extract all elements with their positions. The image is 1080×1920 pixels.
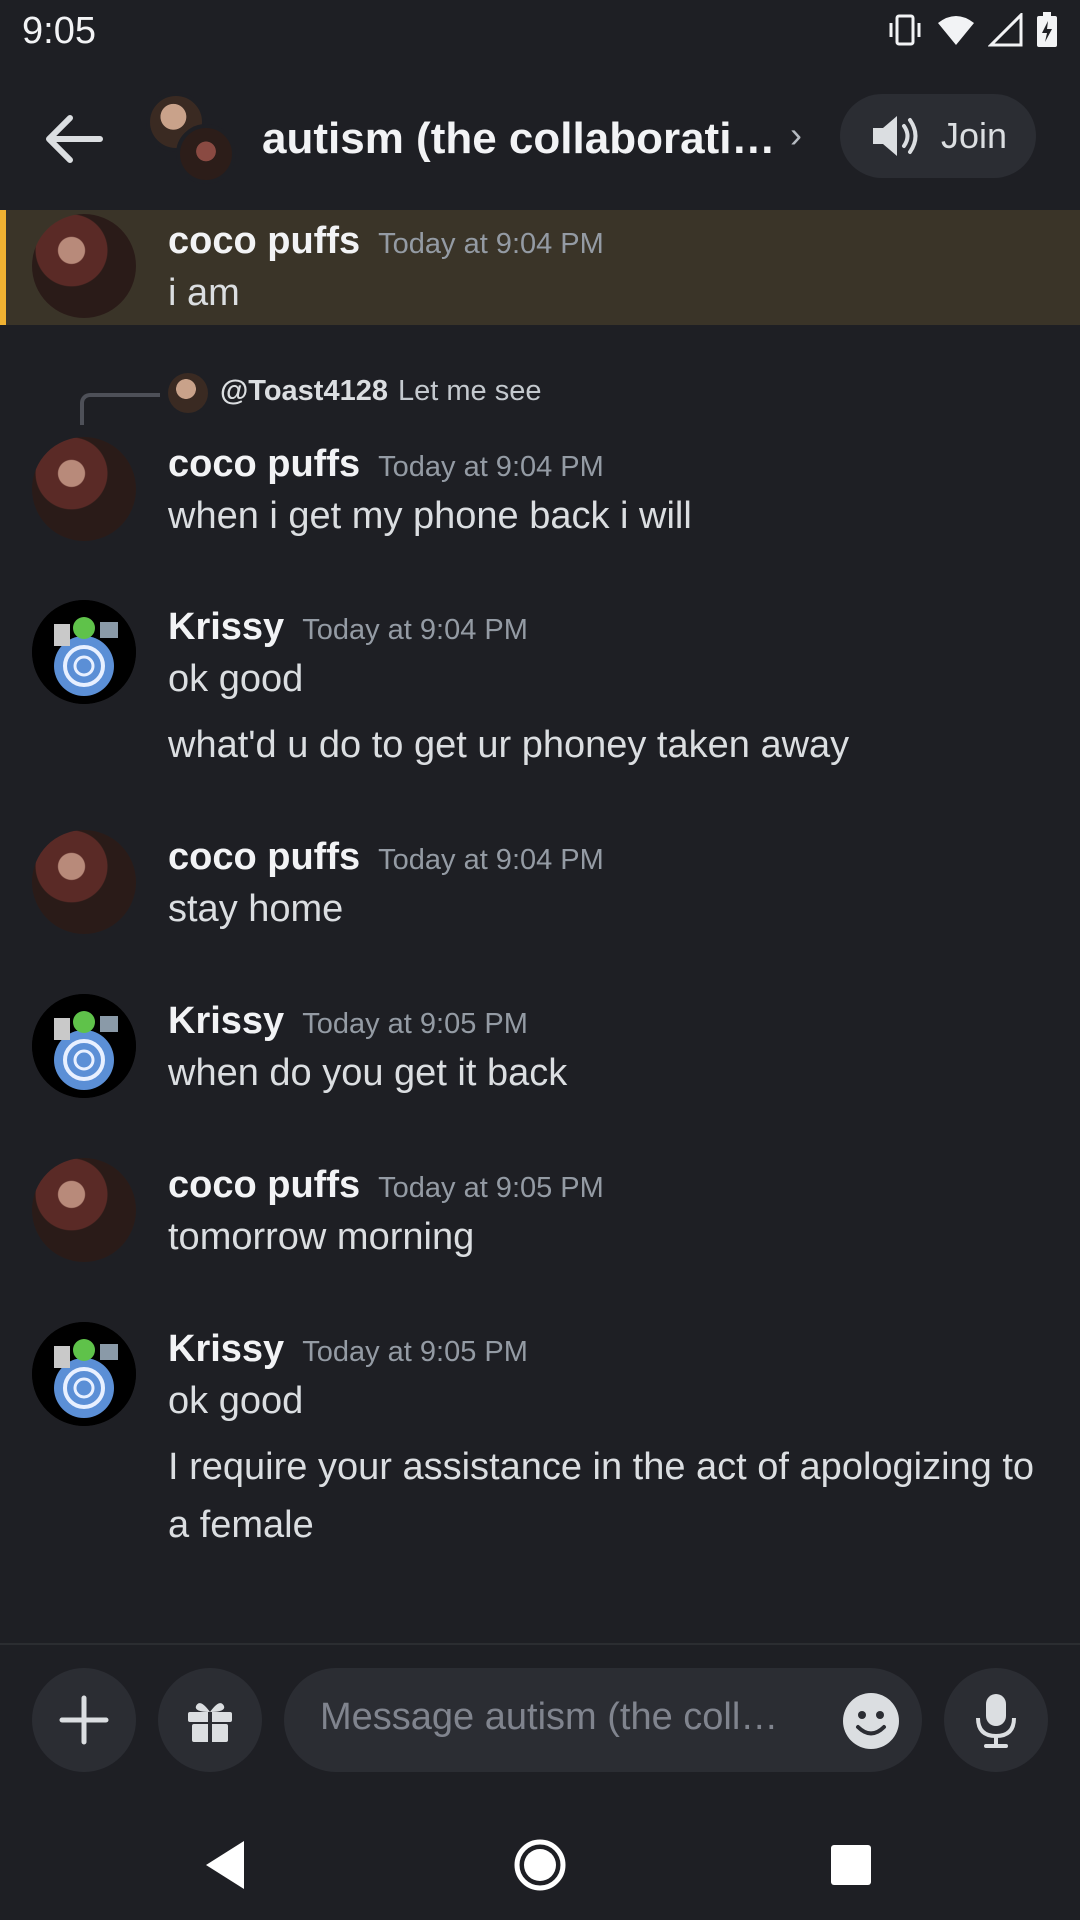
emoji-icon[interactable] — [842, 1692, 900, 1750]
message-text: tomorrow morning — [168, 1216, 475, 1258]
timestamp: Today at 9:04 PM — [378, 844, 604, 876]
message-text: stay home — [168, 888, 344, 930]
battery-icon — [1037, 12, 1057, 47]
message-text: when i get my phone back i will — [168, 495, 692, 537]
group-avatar-2 — [176, 124, 236, 184]
avatar-image — [32, 1322, 136, 1426]
status-time: 9:05 — [22, 10, 96, 52]
message-text: I require your assistance in the act of … — [168, 1446, 1035, 1546]
add-attachment-button[interactable] — [32, 1668, 136, 1772]
channel-header: autism (the collaborati… › Join — [0, 70, 1080, 208]
join-call-button[interactable]: Join — [840, 94, 1036, 178]
nav-recents-button[interactable] — [816, 1830, 886, 1900]
square-recents-icon — [831, 1845, 871, 1885]
reply-reference[interactable]: @Toast4128 Let me see — [80, 365, 680, 425]
composer-divider — [0, 1643, 1080, 1645]
author-name[interactable]: Krissy — [168, 1328, 284, 1370]
message-list[interactable]: coco puffs Today at 9:04 PM i am @Toast41… — [0, 210, 1080, 1640]
message-text: when do you get it back — [168, 1052, 568, 1094]
timestamp: Today at 9:05 PM — [302, 1336, 528, 1368]
timestamp: Today at 9:04 PM — [378, 228, 604, 260]
vibrate-icon — [889, 14, 921, 46]
triangle-back-icon — [206, 1841, 244, 1889]
nav-back-button[interactable] — [190, 1830, 260, 1900]
author-name[interactable]: Krissy — [168, 606, 284, 648]
reply-avatar — [168, 373, 208, 413]
message-header: Krissy Today at 9:05 PM — [168, 1328, 528, 1371]
author-name[interactable]: coco puffs — [168, 1164, 360, 1206]
avatar[interactable] — [32, 1158, 136, 1262]
message-text: i am — [168, 272, 240, 314]
message-header: Krissy Today at 9:04 PM — [168, 606, 528, 649]
author-name[interactable]: coco puffs — [168, 836, 360, 878]
join-label: Join — [940, 115, 1008, 156]
author-name[interactable]: coco puffs — [168, 220, 360, 262]
avatar[interactable] — [32, 830, 136, 934]
timestamp: Today at 9:05 PM — [302, 1008, 528, 1040]
chevron-right-icon[interactable]: › — [790, 114, 802, 156]
message-header: coco puffs Today at 9:04 PM — [168, 443, 604, 486]
avatar[interactable] — [32, 437, 136, 541]
microphone-icon — [976, 1694, 1016, 1748]
nav-home-button[interactable] — [505, 1830, 575, 1900]
avatar[interactable] — [32, 214, 136, 318]
avatar[interactable] — [32, 600, 136, 704]
message-header: coco puffs Today at 9:04 PM — [168, 836, 604, 879]
timestamp: Today at 9:04 PM — [302, 614, 528, 646]
voice-message-button[interactable] — [944, 1668, 1048, 1772]
gift-icon — [188, 1703, 232, 1742]
channel-title[interactable]: autism (the collaborati… — [262, 114, 782, 164]
wifi-icon — [938, 16, 974, 45]
message-composer: Message autism (the coll… — [0, 1660, 1080, 1772]
avatar-image — [32, 994, 136, 1098]
plus-icon — [59, 1695, 109, 1745]
reply-connector — [80, 393, 160, 425]
message-text: ok good — [168, 658, 304, 700]
avatar[interactable] — [32, 994, 136, 1098]
arrow-left-icon — [46, 115, 103, 163]
author-name[interactable]: coco puffs — [168, 443, 360, 485]
gift-button[interactable] — [158, 1668, 262, 1772]
status-bar: 9:05 — [0, 0, 1080, 64]
back-button[interactable] — [40, 108, 110, 170]
group-avatars[interactable] — [146, 92, 236, 184]
signal-icon — [988, 13, 1023, 47]
message-input[interactable]: Message autism (the coll… — [284, 1668, 922, 1772]
status-icons — [886, 12, 1058, 48]
message-text: what'd u do to get ur phoney taken away — [168, 724, 850, 766]
message-text: ok good — [168, 1380, 304, 1422]
timestamp: Today at 9:05 PM — [378, 1172, 604, 1204]
system-nav-bar — [0, 1790, 1080, 1920]
speaker-icon — [872, 116, 918, 156]
message-header: coco puffs Today at 9:05 PM — [168, 1164, 604, 1207]
reply-text: Let me see — [398, 375, 542, 407]
reply-username: @Toast4128 — [220, 375, 388, 407]
avatar-image — [32, 600, 136, 704]
avatar[interactable] — [32, 1322, 136, 1426]
author-name[interactable]: Krissy — [168, 1000, 284, 1042]
message-header: coco puffs Today at 9:04 PM — [168, 220, 604, 263]
timestamp: Today at 9:04 PM — [378, 451, 604, 483]
home-circle-icon — [514, 1839, 566, 1891]
message-placeholder: Message autism (the coll… — [320, 1696, 779, 1738]
message-header: Krissy Today at 9:05 PM — [168, 1000, 528, 1043]
